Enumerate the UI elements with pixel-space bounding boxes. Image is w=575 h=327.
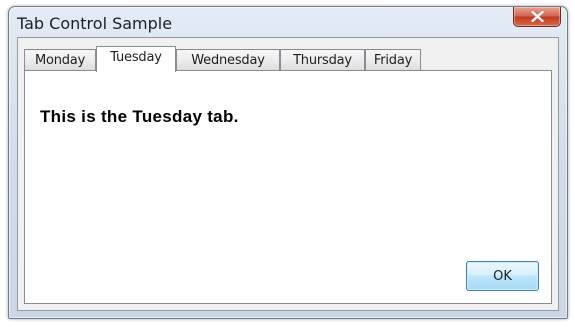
tab-panel: This is the Tuesday tab. OK (24, 70, 552, 304)
title-bar[interactable]: Tab Control Sample (9, 7, 567, 37)
ok-button[interactable]: OK (466, 261, 539, 291)
window-title: Tab Control Sample (17, 14, 173, 33)
tab-content-text: This is the Tuesday tab. (40, 107, 239, 126)
close-button[interactable] (513, 7, 561, 27)
close-icon (531, 11, 544, 22)
tab-monday[interactable]: Monday (24, 49, 96, 70)
tab-wednesday[interactable]: Wednesday (176, 49, 280, 70)
tab-friday[interactable]: Friday (365, 49, 421, 70)
dialog-window: Tab Control Sample Monday Tuesday Wednes… (8, 6, 568, 319)
client-area: Monday Tuesday Wednesday Thursday Friday… (17, 37, 559, 311)
tab-tuesday[interactable]: Tuesday (96, 46, 176, 72)
tab-thursday[interactable]: Thursday (280, 49, 365, 70)
tab-strip: Monday Tuesday Wednesday Thursday Friday (24, 46, 544, 72)
